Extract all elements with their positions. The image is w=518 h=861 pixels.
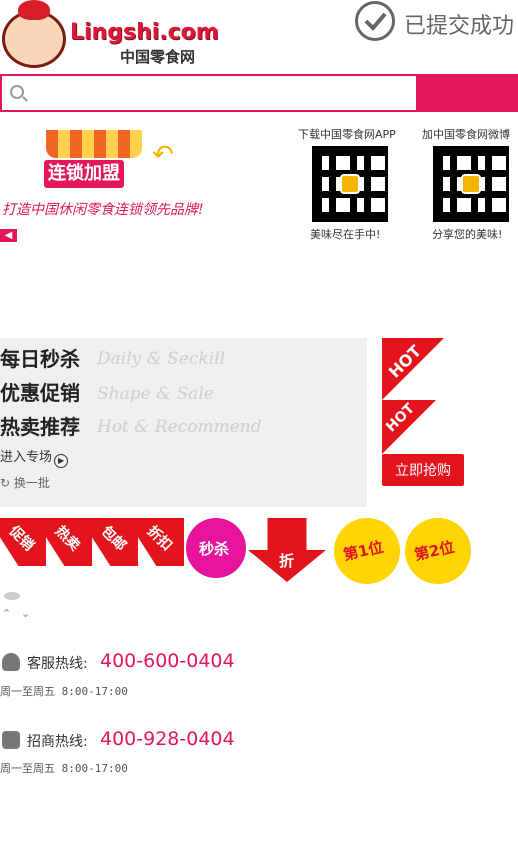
qr-code-app <box>312 146 388 222</box>
qr-logo-icon <box>340 174 360 194</box>
rank-2-label: 第2位 <box>412 537 456 564</box>
tag-hot-sale[interactable]: 热卖 <box>46 518 92 566</box>
swirl-icon: ↶ <box>152 140 174 170</box>
tag-label: 折扣 <box>143 523 175 555</box>
promo-title-recommend: 热卖推荐 <box>0 415 80 439</box>
tag-label: 热卖 <box>51 523 83 555</box>
rank-1-badge[interactable]: 第1位 <box>334 518 400 584</box>
discount-arrow-label: 折 <box>279 552 295 570</box>
franchise-slogan: 打造中国休闲零食连锁领先品牌! <box>2 202 204 218</box>
store-icon <box>2 731 20 749</box>
seckill-badge-label: 秒杀 <box>199 540 230 558</box>
check-circle-icon <box>355 1 395 41</box>
promo-title-sale: 优惠促销 <box>0 381 80 405</box>
qr-title-app: 下载中国零食网APP <box>298 128 396 141</box>
refresh-label: 换一批 <box>13 476 50 490</box>
seckill-badge[interactable]: 秒杀 <box>186 518 246 578</box>
business-hotline-number[interactable]: 400-928-0404 <box>100 728 235 750</box>
service-hotline-label: 客服热线: <box>27 656 88 672</box>
promo-subtitle-sale: Shape & Sale <box>97 384 214 404</box>
promo-subtitle-recommend: Hot & Recommend <box>97 417 262 437</box>
tag-promotion[interactable]: 促销 <box>0 518 46 566</box>
submit-status: 已提交成功 <box>404 14 515 39</box>
search-icon <box>10 85 24 99</box>
hot-ribbon: HOT <box>382 338 444 400</box>
business-hotline-label: 招商热线: <box>27 734 88 750</box>
hot-ribbon: HOT <box>382 400 436 454</box>
enter-special-link[interactable]: 进入专场 ▶ <box>0 446 69 468</box>
discount-arrow[interactable]: 折 <box>248 518 326 582</box>
site-logo[interactable]: Lingshi.com 中国零食网 <box>0 0 232 72</box>
play-circle-icon: ▶ <box>54 454 69 468</box>
audio-icon[interactable]: ◀ <box>0 229 17 242</box>
rank-2-badge[interactable]: 第2位 <box>405 518 471 584</box>
search-input[interactable] <box>32 80 412 108</box>
franchise-label[interactable]: 连锁加盟 <box>44 160 124 188</box>
qr-caption-app: 美味尽在手中! <box>310 228 381 241</box>
hot-label: HOT <box>383 400 418 436</box>
business-hotline-hours: 周一至周五 8:00-17:00 <box>0 762 128 775</box>
headset-icon <box>2 653 20 671</box>
chevron-down-icon[interactable]: ⌄ <box>21 607 30 620</box>
chevron-up-icon[interactable]: ⌃ <box>2 607 11 620</box>
refresh-link[interactable]: ↻ 换一批 <box>0 474 50 491</box>
hot-label: HOT <box>384 341 426 382</box>
logo-subtitle: 中国零食网 <box>120 48 196 66</box>
bow-icon <box>18 0 50 20</box>
awning-icon <box>46 130 142 158</box>
promo-title-seckill: 每日秒杀 <box>0 347 80 371</box>
qr-title-weibo: 加中国零食网微博 <box>422 128 510 141</box>
logo-text: Lingshi.com <box>70 20 219 45</box>
tag-label: 包邮 <box>97 523 129 555</box>
enter-special-label: 进入专场 <box>0 450 53 465</box>
service-hotline-hours: 周一至周五 8:00-17:00 <box>0 685 128 698</box>
grab-now-button[interactable]: 立即抢购 <box>382 454 464 486</box>
service-hotline-number[interactable]: 400-600-0404 <box>100 650 235 672</box>
promo-subtitle-seckill: Daily & Seckill <box>97 349 226 369</box>
qr-caption-weibo: 分享您的美味! <box>432 228 503 241</box>
tag-discount[interactable]: 折扣 <box>138 518 184 566</box>
search-button[interactable] <box>417 74 518 112</box>
tag-free-shipping[interactable]: 包邮 <box>92 518 138 566</box>
tag-label: 促销 <box>5 523 37 555</box>
refresh-icon: ↻ <box>0 476 11 490</box>
qr-code-weibo <box>433 146 509 222</box>
carousel-indicator[interactable] <box>4 592 20 600</box>
search-bar <box>0 74 418 112</box>
qr-logo-icon <box>461 174 481 194</box>
rank-1-label: 第1位 <box>341 537 385 564</box>
